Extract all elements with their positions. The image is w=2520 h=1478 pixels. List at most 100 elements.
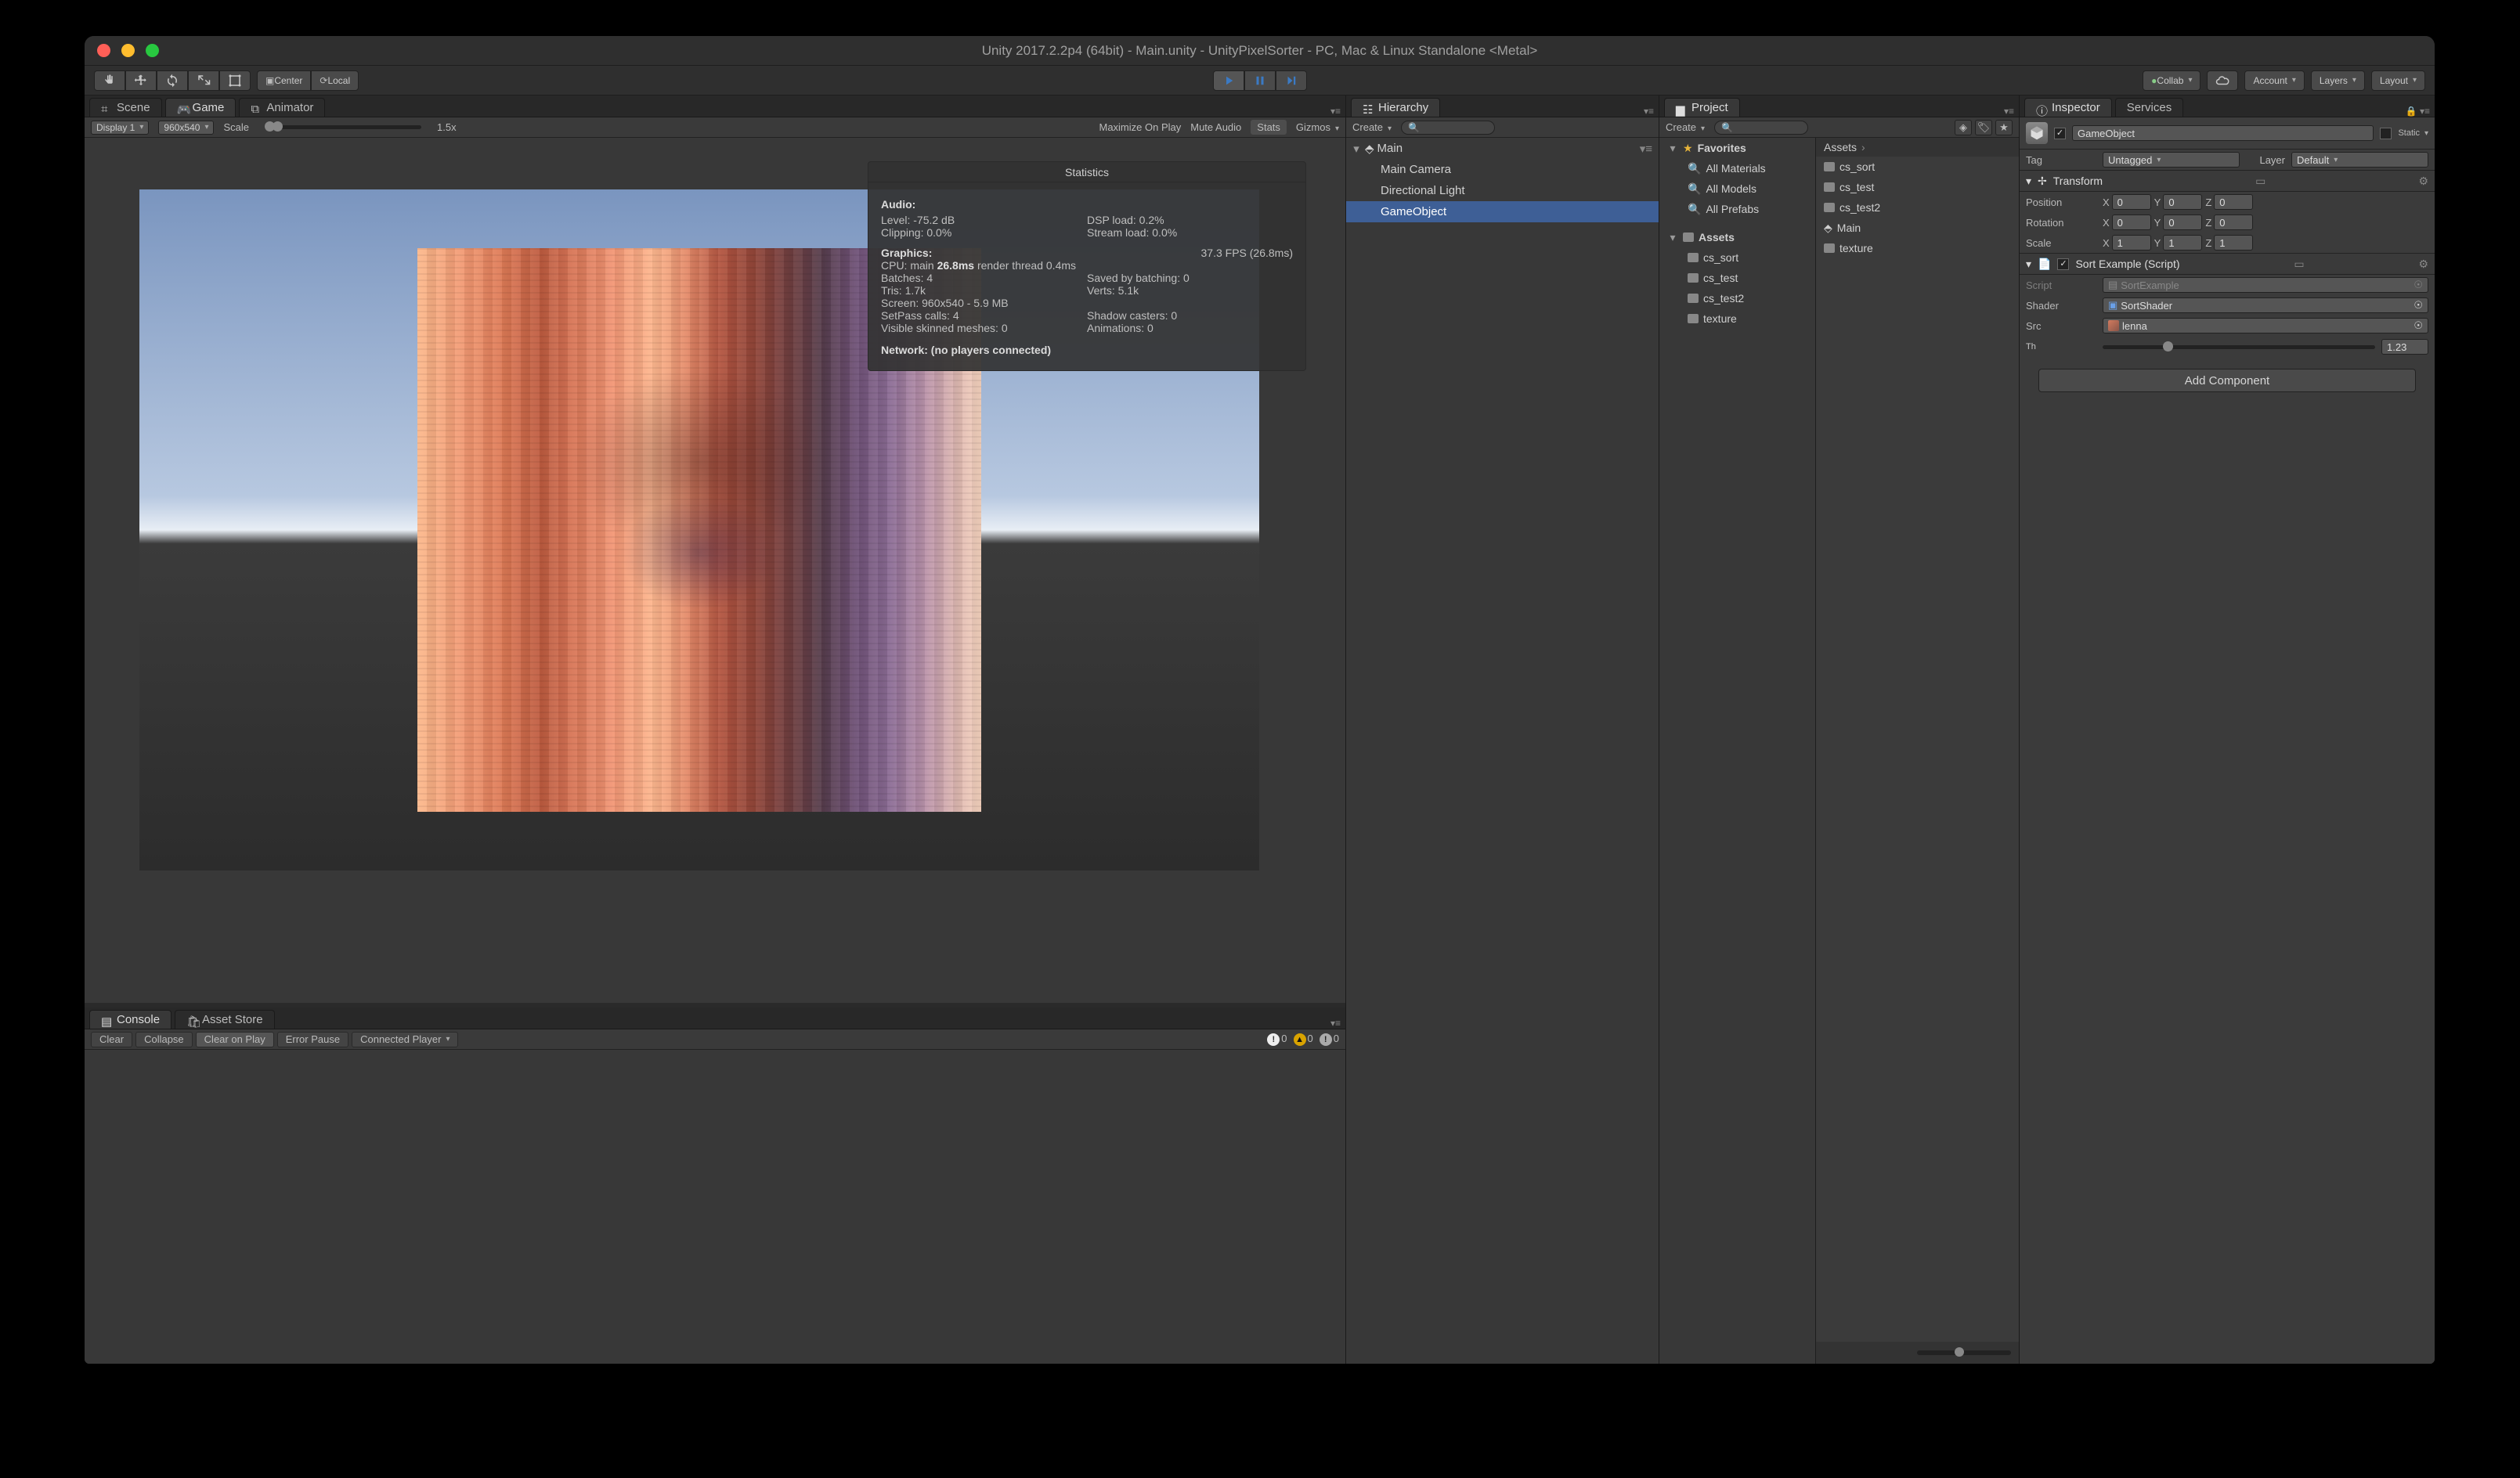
shader-object-field[interactable]: ▣SortShader☉ [2103, 297, 2428, 313]
active-checkbox[interactable] [2054, 128, 2066, 139]
th-value-field[interactable]: 1.23 [2381, 339, 2428, 355]
play-button[interactable] [1213, 70, 1244, 91]
asset-folder-texture[interactable]: texture [1659, 308, 1815, 329]
collab-dropdown[interactable]: ● Collab [2143, 70, 2200, 91]
layers-dropdown[interactable]: Layers [2311, 70, 2365, 91]
hand-tool[interactable] [94, 70, 125, 91]
step-button[interactable] [1276, 70, 1307, 91]
tab-hierarchy[interactable]: ☷Hierarchy [1351, 98, 1440, 117]
project-asset-list[interactable]: cs_sort cs_test cs_test2 ⬘Main texture [1816, 157, 2019, 1342]
hierarchy-tree[interactable]: ▾ ⬘ Main ▾≡ Main Camera Directional Ligh… [1346, 138, 1659, 1364]
scale-tool[interactable] [188, 70, 219, 91]
hierarchy-item-camera[interactable]: Main Camera [1346, 159, 1659, 180]
gameobject-icon[interactable] [2026, 122, 2048, 144]
asset-folder-cs-test2[interactable]: cs_test2 [1659, 288, 1815, 308]
scale-z-field[interactable]: 1 [2214, 235, 2253, 251]
info-count[interactable]: !0 [1267, 1033, 1287, 1046]
th-slider[interactable] [2103, 345, 2375, 349]
filter-by-type-icon[interactable]: ◈ [1955, 120, 1972, 135]
collapse-toggle[interactable]: Collapse [135, 1032, 193, 1047]
clear-on-play-toggle[interactable]: Clear on Play [196, 1032, 274, 1047]
scale-y-field[interactable]: 1 [2163, 235, 2202, 251]
rect-tool[interactable] [219, 70, 251, 91]
layer-dropdown[interactable]: Default [2291, 152, 2428, 168]
pos-x-field[interactable]: 0 [2112, 194, 2151, 210]
hierarchy-item-gameobject[interactable]: GameObject [1346, 201, 1659, 222]
list-item[interactable]: cs_sort [1816, 157, 2019, 177]
account-dropdown[interactable]: Account [2244, 70, 2304, 91]
add-component-button[interactable]: Add Component [2038, 369, 2416, 392]
pos-z-field[interactable]: 0 [2214, 194, 2253, 210]
mute-audio-toggle[interactable]: Mute Audio [1190, 121, 1241, 133]
gizmos-dropdown[interactable]: Gizmos [1296, 121, 1339, 133]
tab-asset-store[interactable]: 🛍Asset Store [175, 1010, 275, 1029]
favorite-all-prefabs[interactable]: 🔍All Prefabs [1659, 199, 1815, 219]
favorites-header[interactable]: ▾★Favorites [1659, 138, 1815, 158]
assets-folder[interactable]: ▾Assets [1659, 227, 1815, 247]
rot-z-field[interactable]: 0 [2214, 214, 2253, 230]
list-item[interactable]: cs_test [1816, 177, 2019, 197]
script-enabled-checkbox[interactable] [2057, 258, 2069, 270]
resolution-dropdown[interactable]: 960x540 [158, 121, 214, 135]
rotate-tool[interactable] [157, 70, 188, 91]
connected-player-dropdown[interactable]: Connected Player [352, 1032, 458, 1047]
tab-game[interactable]: 🎮Game [165, 98, 236, 117]
console-log-area[interactable] [85, 1050, 1345, 1364]
list-item[interactable]: texture [1816, 238, 2019, 258]
rot-x-field[interactable]: 0 [2112, 214, 2151, 230]
clear-button[interactable]: Clear [91, 1032, 132, 1047]
help-icon[interactable]: ▭ [2294, 258, 2304, 271]
tab-project[interactable]: ▆Project [1664, 98, 1740, 117]
save-search-icon[interactable]: ★ [1995, 120, 2013, 135]
static-checkbox[interactable] [2380, 128, 2392, 139]
tab-services[interactable]: Services [2115, 98, 2184, 117]
error-pause-toggle[interactable]: Error Pause [277, 1032, 348, 1047]
scale-slider[interactable] [265, 125, 421, 129]
tab-console[interactable]: ▤Console [89, 1010, 171, 1029]
gear-icon[interactable]: ⚙ [2418, 175, 2428, 188]
project-breadcrumb[interactable]: Assets› [1816, 138, 2019, 157]
foldout-icon[interactable]: ▾ [2026, 175, 2031, 188]
tab-inspector[interactable]: ⓘInspector [2024, 98, 2112, 117]
favorite-all-models[interactable]: 🔍All Models [1659, 178, 1815, 199]
asset-folder-cs-sort[interactable]: cs_sort [1659, 247, 1815, 268]
tab-options-icon[interactable]: ▾≡ [1644, 106, 1659, 117]
move-tool[interactable] [125, 70, 157, 91]
hierarchy-search[interactable]: 🔍 [1401, 121, 1495, 135]
zoom-icon[interactable] [146, 44, 159, 57]
filter-by-label-icon[interactable]: 🏷 [1975, 120, 1992, 135]
display-dropdown[interactable]: Display 1 [91, 121, 149, 135]
lock-icon[interactable]: 🔒 ▾≡ [2406, 106, 2435, 117]
warn-count[interactable]: ▲0 [1294, 1033, 1313, 1046]
project-search[interactable]: 🔍 [1714, 121, 1808, 135]
project-folder-tree[interactable]: ▾★Favorites 🔍All Materials 🔍All Models 🔍… [1659, 138, 1816, 1364]
thumbnail-size-slider[interactable] [1917, 1350, 2011, 1355]
tab-animator[interactable]: ⧉Animator [239, 98, 325, 117]
space-toggle[interactable]: ⟳ Local [311, 70, 359, 91]
hierarchy-scene-row[interactable]: ▾ ⬘ Main ▾≡ [1346, 138, 1659, 159]
list-item[interactable]: cs_test2 [1816, 197, 2019, 218]
minimize-icon[interactable] [121, 44, 135, 57]
help-icon[interactable]: ▭ [2255, 175, 2265, 188]
favorite-all-materials[interactable]: 🔍All Materials [1659, 158, 1815, 178]
stats-toggle[interactable]: Stats [1251, 120, 1287, 135]
gear-icon[interactable]: ⚙ [2418, 258, 2428, 271]
maximize-on-play-toggle[interactable]: Maximize On Play [1099, 121, 1181, 133]
src-texture-field[interactable]: lenna☉ [2103, 318, 2428, 333]
foldout-icon[interactable]: ▾ [2026, 258, 2031, 271]
pivot-toggle[interactable]: ▣ Center [257, 70, 311, 91]
pause-button[interactable] [1244, 70, 1276, 91]
layout-dropdown[interactable]: Layout [2371, 70, 2425, 91]
rot-y-field[interactable]: 0 [2163, 214, 2202, 230]
pos-y-field[interactable]: 0 [2163, 194, 2202, 210]
list-item[interactable]: ⬘Main [1816, 218, 2019, 238]
script-object-field[interactable]: ▤SortExample☉ [2103, 277, 2428, 293]
transform-component-header[interactable]: ▾ ✢ Transform ▭ ⚙ [2020, 170, 2435, 192]
static-dropdown[interactable]: Static [2398, 128, 2428, 138]
cloud-button[interactable] [2207, 70, 2238, 91]
tab-options-icon[interactable]: ▾≡ [2004, 106, 2019, 117]
close-icon[interactable] [97, 44, 110, 57]
scale-x-field[interactable]: 1 [2112, 235, 2151, 251]
hierarchy-create-dropdown[interactable]: Create [1352, 121, 1392, 133]
tag-dropdown[interactable]: Untagged [2103, 152, 2240, 168]
